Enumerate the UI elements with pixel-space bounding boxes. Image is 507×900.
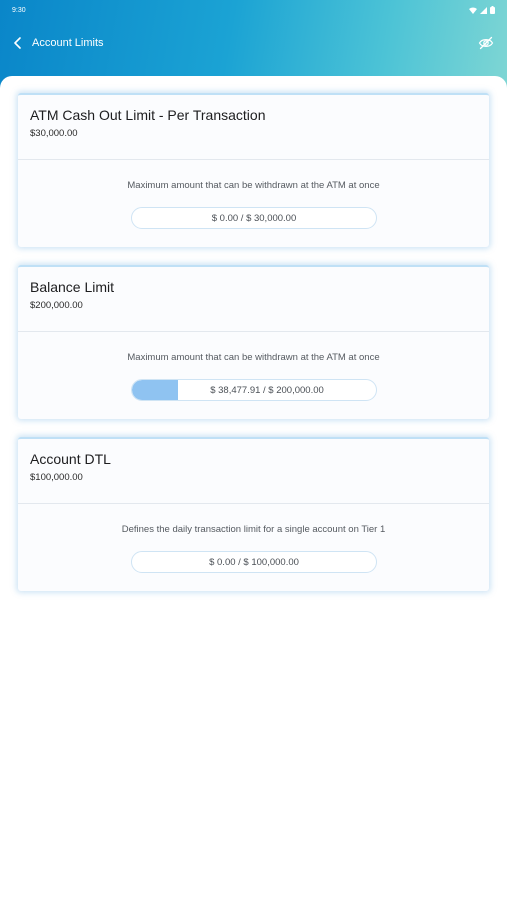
- card-description: Defines the daily transaction limit for …: [121, 524, 386, 535]
- limit-progress-bar: $ 38,477.91 / $ 200,000.00: [131, 379, 377, 401]
- card-header: Balance Limit $200,000.00: [18, 267, 489, 332]
- card-body: Maximum amount that can be withdrawn at …: [18, 332, 489, 419]
- card-header: ATM Cash Out Limit - Per Transaction $30…: [18, 95, 489, 160]
- progress-text: $ 38,477.91 / $ 200,000.00: [210, 385, 324, 396]
- eye-off-icon[interactable]: [478, 35, 494, 51]
- card-title: Account DTL: [30, 451, 111, 467]
- card-description: Maximum amount that can be withdrawn at …: [127, 352, 380, 363]
- status-time: 9:30: [12, 7, 26, 14]
- chevron-left-icon[interactable]: [13, 37, 23, 49]
- card-limit-amount: $100,000.00: [30, 472, 83, 483]
- signal-icon: [480, 6, 487, 14]
- wifi-icon: [469, 6, 477, 14]
- limit-card-atm-cash-out: ATM Cash Out Limit - Per Transaction $30…: [18, 93, 489, 247]
- card-limit-amount: $200,000.00: [30, 300, 83, 311]
- limit-progress-bar: $ 0.00 / $ 30,000.00: [131, 207, 377, 229]
- battery-icon: [490, 6, 495, 14]
- limit-card-balance: Balance Limit $200,000.00 Maximum amount…: [18, 265, 489, 419]
- card-limit-amount: $30,000.00: [30, 128, 78, 139]
- card-title: Balance Limit: [30, 279, 115, 295]
- progress-text: $ 0.00 / $ 100,000.00: [209, 557, 299, 568]
- status-icons: [469, 6, 495, 14]
- card-body: Defines the daily transaction limit for …: [18, 504, 489, 591]
- card-title: ATM Cash Out Limit - Per Transaction: [30, 107, 266, 123]
- card-header: Account DTL $100,000.00: [18, 439, 489, 504]
- page-title: Account Limits: [32, 37, 104, 49]
- card-description: Maximum amount that can be withdrawn at …: [127, 180, 380, 191]
- progress-text: $ 0.00 / $ 30,000.00: [211, 213, 297, 224]
- limit-progress-bar: $ 0.00 / $ 100,000.00: [131, 551, 377, 573]
- card-body: Maximum amount that can be withdrawn at …: [18, 160, 489, 247]
- limit-card-account-dtl: Account DTL $100,000.00 Defines the dail…: [18, 437, 489, 591]
